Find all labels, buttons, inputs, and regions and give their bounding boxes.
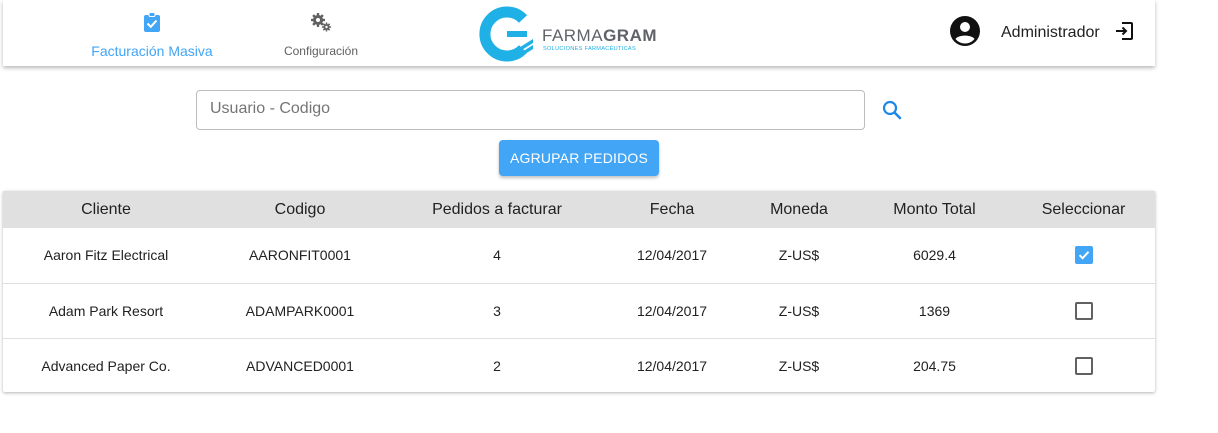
cell-codigo: AARONFIT0001 — [249, 247, 351, 264]
farmagram-logo: FARMAGRAM SOLUCIONES FARMACÉUTICAS — [477, 5, 657, 63]
cell-moneda: Z-US$ — [778, 357, 820, 374]
nav-facturacion-label: Facturación Masiva — [91, 43, 213, 59]
table-header-row: Cliente Codigo Pedidos a facturar Fecha … — [3, 191, 1155, 228]
select-checkbox[interactable] — [1074, 301, 1093, 320]
exit-icon[interactable] — [1114, 21, 1134, 46]
logo-subtitle: SOLUCIONES FARMACÉUTICAS — [543, 46, 636, 52]
cell-fecha: 12/04/2017 — [636, 357, 708, 374]
top-navbar: Facturación Masiva Configuración FARMAGR… — [3, 0, 1155, 66]
gears-icon — [310, 12, 332, 37]
user-name: Administrador — [1001, 24, 1100, 41]
cell-seleccionar — [1012, 228, 1155, 283]
account-circle-icon[interactable] — [949, 15, 981, 52]
search-input[interactable] — [197, 91, 843, 127]
check-icon — [1078, 251, 1089, 261]
cell-fecha: 12/04/2017 — [636, 247, 708, 264]
cell-moneda: Z-US$ — [778, 302, 820, 319]
search-button[interactable] — [880, 98, 904, 122]
cell-cliente: Advanced Paper Co. — [41, 357, 171, 374]
header-monto: Monto Total — [893, 200, 976, 218]
cell-fecha: 12/04/2017 — [636, 302, 708, 319]
clipboard-check-icon — [143, 12, 161, 37]
logo-mark-icon — [479, 6, 533, 62]
table-row: Aaron Fitz Electrical AARONFIT0001 4 12/… — [3, 228, 1155, 283]
orders-table-card: Cliente Codigo Pedidos a facturar Fecha … — [3, 191, 1155, 392]
nav-facturacion-masiva[interactable]: Facturación Masiva — [89, 12, 215, 59]
header-seleccionar: Seleccionar — [1041, 200, 1126, 218]
orders-table: Cliente Codigo Pedidos a facturar Fecha … — [3, 191, 1155, 393]
select-checkbox[interactable] — [1074, 246, 1093, 265]
cell-monto: 1369 — [918, 302, 951, 319]
select-checkbox[interactable] — [1074, 356, 1093, 375]
cell-cliente: Adam Park Resort — [48, 302, 164, 319]
nav-configuracion[interactable]: Configuración — [278, 12, 364, 58]
search-field — [196, 90, 865, 130]
cell-codigo: ADVANCED0001 — [246, 357, 354, 374]
table-row: Adam Park Resort ADAMPARK0001 3 12/04/20… — [3, 283, 1155, 338]
cell-moneda: Z-US$ — [778, 247, 820, 264]
header-moneda: Moneda — [770, 200, 828, 218]
user-area: Administrador — [949, 15, 1134, 52]
nav-configuracion-label: Configuración — [283, 44, 359, 58]
cell-monto: 204.75 — [913, 357, 956, 374]
table-row: Advanced Paper Co. ADVANCED0001 2 12/04/… — [3, 338, 1155, 393]
logo-name-part2: GRAM — [603, 26, 658, 45]
search-icon — [880, 100, 904, 126]
agrupar-pedidos-button[interactable]: AGRUPAR PEDIDOS — [499, 140, 659, 176]
header-codigo: Codigo — [274, 200, 326, 218]
cell-codigo: ADAMPARK0001 — [245, 302, 355, 319]
cell-seleccionar — [1012, 283, 1155, 338]
header-pedidos: Pedidos a facturar — [432, 200, 562, 218]
cell-seleccionar — [1012, 338, 1155, 393]
logo-name-part1: FARMA — [542, 26, 604, 45]
header-fecha: Fecha — [649, 200, 695, 218]
cell-pedidos: 2 — [493, 357, 501, 374]
cell-pedidos: 3 — [493, 302, 501, 319]
cell-pedidos: 4 — [493, 247, 501, 264]
header-cliente: Cliente — [81, 200, 131, 218]
cell-monto: 6029.4 — [913, 247, 956, 264]
cell-cliente: Aaron Fitz Electrical — [43, 247, 169, 264]
